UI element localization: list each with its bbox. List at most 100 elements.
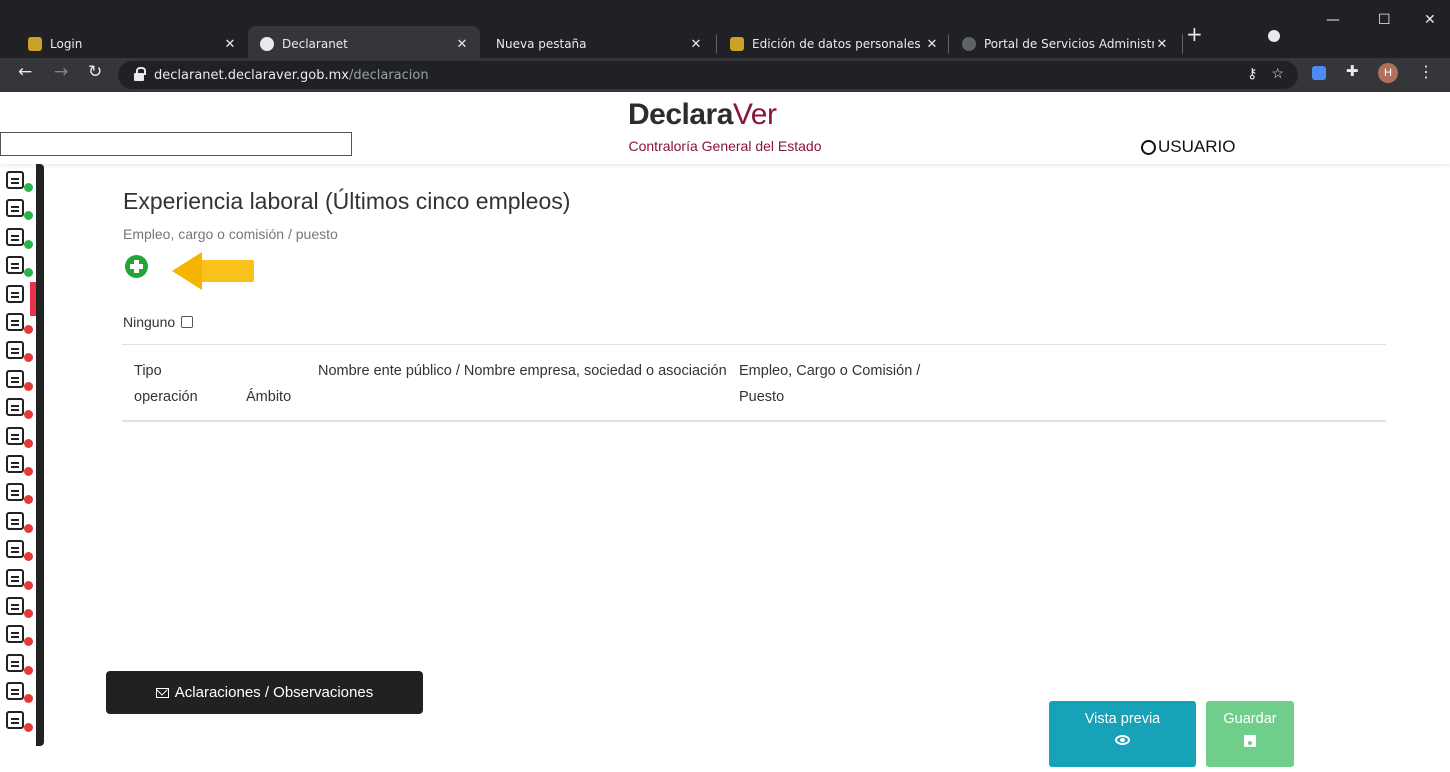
sidebar-item[interactable] [4,480,36,506]
sidebar-item[interactable] [4,338,36,364]
arrow-head [172,252,202,290]
truck-icon [6,511,24,530]
sidebar-item[interactable] [4,537,36,563]
chart-icon [6,455,24,473]
close-icon[interactable]: ✕ [454,37,470,52]
reload-icon[interactable]: ↻ [88,62,102,82]
tab-declaranet[interactable]: Declaranet ✕ [248,26,480,62]
browser-tabbar: Login ✕ Declaranet ✕ Nueva pestaña ✕ Edi… [0,0,1450,62]
maximize-icon[interactable]: ☐ [1378,12,1391,28]
sidebar-item[interactable] [4,395,36,421]
sidebar-item[interactable] [4,651,36,677]
browser-toolbar: ← → ↻ declaranet.declaraver.gob.mx /decl… [0,58,1450,92]
tab-login[interactable]: Login ✕ [16,26,248,62]
kebab-menu-icon[interactable]: ⋮ [1418,62,1434,82]
logo-bold: Declara [628,98,733,131]
declaranet-favicon-icon [260,37,274,51]
user-label: USUARIO [1158,137,1236,156]
col-tipo-operacion[interactable]: Tipo operación [134,358,224,410]
sidebar-item[interactable] [4,452,36,478]
sidebar-item[interactable] [4,225,36,251]
col-ambito[interactable]: Ámbito [246,384,316,410]
tab-new-tab[interactable]: Nueva pestaña ✕ [482,26,714,62]
new-tab-plus-icon[interactable]: + [1186,22,1203,46]
portal-favicon-icon [962,37,976,51]
sidebar-item[interactable] [4,282,36,308]
close-icon[interactable]: ✕ [222,37,238,52]
building-icon [6,256,24,275]
preview-label: Vista previa [1084,711,1161,727]
tab-separator [1182,34,1183,54]
tab-datos-personales[interactable]: Edición de datos personales ✕ [718,26,950,62]
address-bar[interactable]: declaranet.declaraver.gob.mx /declaracio… [118,61,1298,89]
add-employment-button[interactable] [125,255,148,278]
section-subtitle: Empleo, cargo o comisión / puesto [123,226,338,242]
edit-doc-icon [6,341,24,360]
key-icon[interactable]: ⚷ [1247,65,1257,82]
sidebar-item[interactable] [4,367,36,393]
check-badge-icon [24,183,33,192]
site-logo[interactable]: DeclaraVer [628,98,777,132]
observations-label: Aclaraciones / Observaciones [174,684,374,701]
close-icon[interactable]: ✕ [688,37,704,52]
sidebar-item[interactable] [4,708,36,734]
check-badge-icon [24,268,33,278]
save-label: Guardar [1223,711,1277,727]
check-badge-icon [24,239,33,249]
sidebar-item[interactable] [4,168,36,194]
lock-icon[interactable] [134,66,146,81]
sidebar-item[interactable] [4,594,36,620]
close-icon[interactable]: ✕ [1154,37,1170,52]
col-empleo-cargo[interactable]: Empleo, Cargo o Comisión / Puesto [739,358,967,410]
puzzle-extensions-icon[interactable]: ✚ [1346,62,1359,80]
profile-avatar[interactable]: H [1378,63,1398,83]
car-icon [6,426,24,445]
sidebar-item[interactable] [4,622,36,648]
close-icon[interactable]: ✕ [924,37,940,52]
home-icon [6,199,24,218]
sidebar-item[interactable] [4,310,36,336]
window-close-icon[interactable]: ✕ [1424,12,1436,28]
none-label: Ninguno [123,314,176,330]
none-checkbox[interactable] [181,316,194,328]
user-menu[interactable]: USUARIO [1141,137,1235,157]
user-circle-icon [1141,139,1156,155]
error-badge-icon [24,694,33,704]
tab-search-icon[interactable] [1268,30,1280,42]
sidebar-item[interactable] [4,679,36,705]
eye-icon [1115,735,1130,745]
property-icon [6,540,24,559]
sidebar-item[interactable] [4,566,36,592]
error-badge-icon [24,495,33,505]
back-icon[interactable]: ← [18,62,32,82]
minimize-icon[interactable]: — [1326,12,1340,28]
error-badge-icon [24,665,33,675]
error-badge-icon [24,722,33,732]
error-badge-icon [24,353,33,363]
observations-button[interactable]: Aclaraciones / Observaciones [106,671,423,714]
sidebar-item[interactable] [4,196,36,222]
sidebar-item[interactable] [4,509,36,535]
tab-portal-servicios[interactable]: Portal de Servicios Administra ✕ [950,26,1180,62]
save-button[interactable]: Guardar [1206,701,1294,767]
envelope-icon [155,687,169,698]
id-card-icon [6,369,24,388]
forward-icon[interactable]: → [54,62,68,82]
pie-icon [6,568,24,587]
employment-table: Tipo operación Ámbito Nombre ente públic… [122,344,1386,422]
zoom-extension-icon[interactable] [1312,66,1326,80]
tab-title: Nueva pestaña [496,37,587,51]
network-icon [6,597,24,615]
star-icon[interactable]: ☆ [1271,65,1284,82]
rail-scrollbar[interactable] [36,164,44,746]
sidebar-item[interactable] [4,253,36,279]
sidebar-item[interactable] [4,424,36,450]
user-group-icon [6,710,24,729]
document-icon [6,227,24,246]
col-nombre-ente[interactable]: Nombre ente público / Nombre empresa, so… [318,358,728,384]
preview-button[interactable]: Vista previa [1049,701,1196,767]
logo-light: Ver [732,98,777,131]
error-badge-icon [24,552,33,562]
tab-title: Edición de datos personales [752,37,921,51]
login-favicon-icon [28,37,42,51]
